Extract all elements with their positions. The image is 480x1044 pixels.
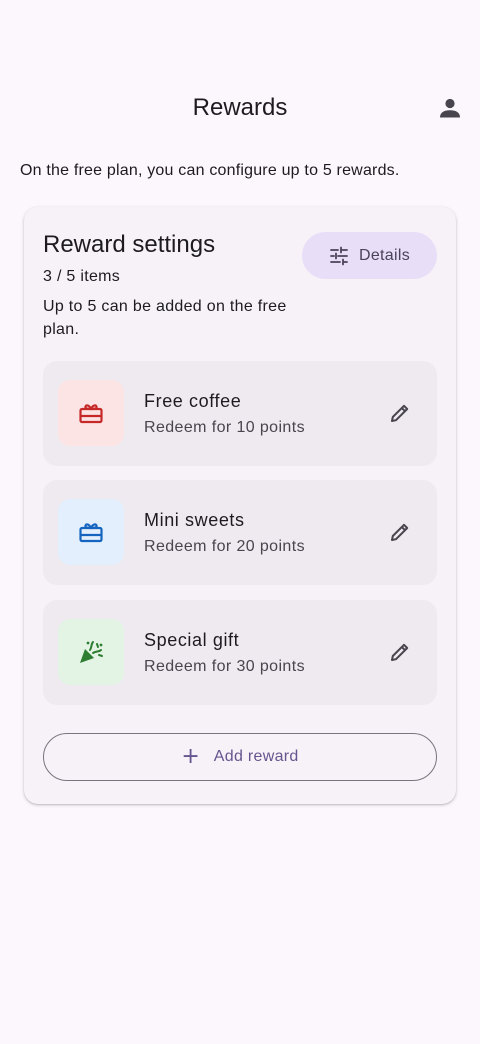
page-title: Rewards [192,94,288,121]
add-reward-label: Add reward [213,748,299,765]
reward-points: Redeem for 20 points [144,538,305,555]
account-button[interactable] [436,94,464,122]
reward-name: Special gift [144,630,240,650]
reward-item-free-coffee[interactable]: Free coffee Redeem for 10 points [43,361,437,466]
redeem-card-icon [79,404,103,424]
reward-item-special-gift[interactable]: Special gift Redeem for 30 points [43,600,437,705]
pencil-icon [391,643,409,661]
reward-icon-tile [58,499,124,565]
reward-points: Redeem for 10 points [144,419,305,436]
plus-icon: + [181,744,200,769]
tune-icon [330,246,348,265]
edit-button[interactable] [385,398,415,428]
reward-item-mini-sweets[interactable]: Mini sweets Redeem for 20 points [43,480,437,585]
reward-icon-tile [58,619,124,685]
details-label: Details [358,246,410,264]
app-bar: Rewards [0,80,480,136]
person-icon [440,98,460,118]
add-reward-button[interactable]: + Add reward [43,733,437,781]
edit-button[interactable] [385,517,415,547]
celebration-icon [80,641,103,663]
redeem-card-icon [79,523,103,543]
reward-icon-tile [58,380,124,446]
pencil-icon [391,404,409,422]
reward-name: Free coffee [144,391,242,411]
reward-settings-card: Reward settings 3 / 5 items Up to 5 can … [24,207,456,804]
details-button[interactable]: Details [302,232,437,279]
reward-name: Mini sweets [144,510,245,530]
plan-hint: Up to 5 can be added on the free plan. [43,298,287,338]
intro-text: On the free plan, you can configure up t… [20,162,400,179]
edit-button[interactable] [385,637,415,667]
pencil-icon [391,523,409,541]
reward-points: Redeem for 30 points [144,658,305,675]
card-title: Reward settings [43,231,216,258]
item-count: 3 / 5 items [43,268,121,285]
